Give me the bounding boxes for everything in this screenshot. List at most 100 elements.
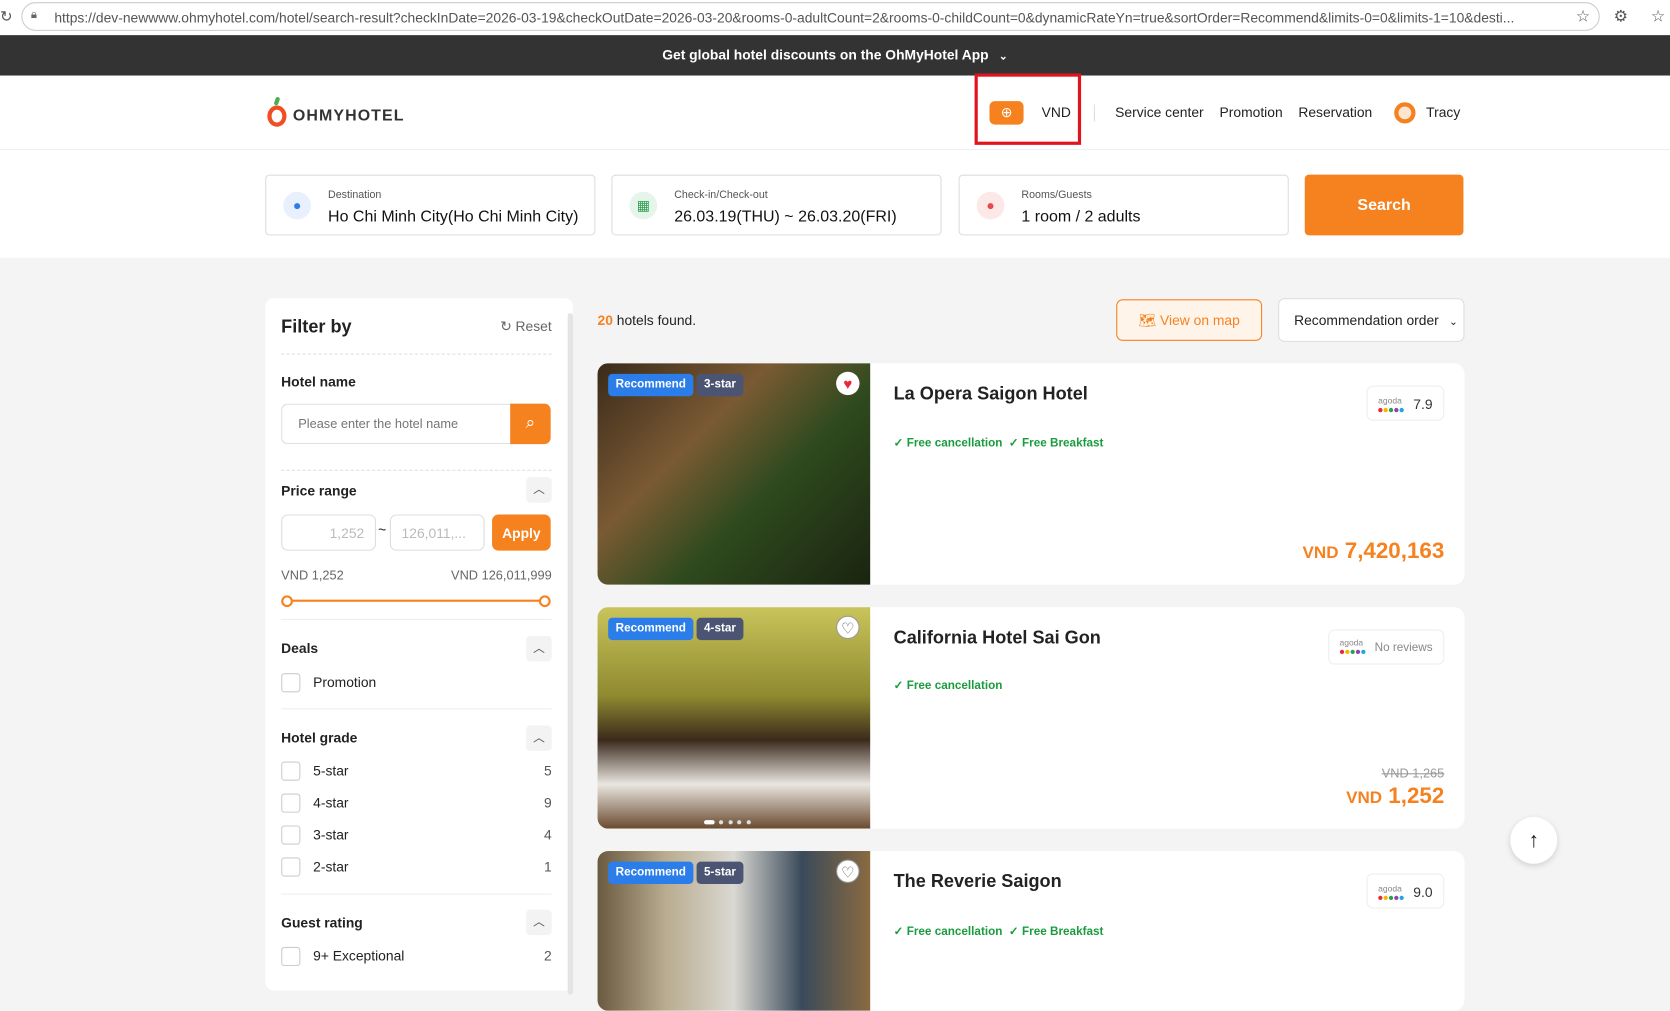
features: ✓ Free cancellation ✓ Free Breakfast <box>893 436 1104 450</box>
count-suffix: hotels found. <box>612 312 697 329</box>
search-icon[interactable]: ⌕ <box>510 403 551 445</box>
scroll-to-top-button[interactable]: ↑ <box>1510 816 1558 864</box>
grade-checkbox-5-star[interactable]: 5-star 5 <box>281 760 552 781</box>
checkbox[interactable] <box>281 761 301 781</box>
apply-button[interactable]: Apply <box>492 514 551 551</box>
divider <box>281 893 552 895</box>
globe-icon[interactable]: ⊕ <box>989 101 1024 125</box>
hotel-image[interactable] <box>597 607 871 829</box>
price-slider-min-handle[interactable] <box>281 595 293 608</box>
map-button-label: View on map <box>1160 312 1240 329</box>
range-separator: ~ <box>378 521 387 538</box>
favorites-icon[interactable]: ☆ <box>1651 6 1665 25</box>
price-max-input[interactable] <box>389 514 485 551</box>
sidebar-scrollbar[interactable] <box>567 313 574 995</box>
review-score: agoda 9.0 <box>1366 873 1445 909</box>
checkbox[interactable] <box>281 825 301 845</box>
bookmark-star-icon[interactable]: ☆ <box>1576 6 1590 25</box>
checkbox[interactable] <box>281 946 301 967</box>
hotel-card[interactable]: Recommend 5-star ♡ The Reverie Saigon ✓ … <box>597 851 1465 1011</box>
original-price: VND 1,265 <box>1381 765 1445 781</box>
count-number: 20 <box>597 312 613 329</box>
destination-field[interactable]: ● Destination Ho Chi Minh City(Ho Chi Mi… <box>265 174 596 236</box>
nav-promotion[interactable]: Promotion <box>1220 104 1283 120</box>
logo-text[interactable]: OHMYHOTEL <box>293 107 405 125</box>
divider <box>281 708 552 710</box>
count: 4 <box>544 826 552 843</box>
lock-icon: 🔒︎ <box>30 8 38 22</box>
currency-selector[interactable]: VND <box>1042 104 1071 120</box>
agoda-logo: agoda <box>1378 396 1405 414</box>
browser-toolbar: ↻ 🔒︎ https://dev-newwww.ohmyhotel.com/ho… <box>0 0 1670 36</box>
checkbox[interactable] <box>281 793 301 813</box>
review-score: agoda 7.9 <box>1366 385 1445 421</box>
chevron-up-icon[interactable]: ︿ <box>526 635 552 662</box>
avatar[interactable] <box>1394 102 1416 124</box>
currency: VND <box>1302 544 1339 563</box>
hotel-card[interactable]: Recommend 3-star ♥ La Opera Saigon Hotel… <box>597 363 1465 585</box>
grade-checkbox-4-star[interactable]: 4-star 9 <box>281 792 552 813</box>
hotel-image[interactable] <box>597 363 871 585</box>
count: 1 <box>544 858 552 875</box>
nav-reservation[interactable]: Reservation <box>1298 104 1372 120</box>
hotel-name[interactable]: The Reverie Saigon <box>894 871 1062 892</box>
destination-value: Ho Chi Minh City(Ho Chi Minh City) <box>328 207 579 226</box>
promotion-checkbox[interactable]: Promotion <box>281 672 552 693</box>
feature: Free cancellation <box>906 436 1003 450</box>
heart-outline-icon[interactable]: ♡ <box>836 615 860 640</box>
heart-outline-icon[interactable]: ♡ <box>836 859 860 883</box>
user-name[interactable]: Tracy <box>1426 104 1460 120</box>
checkbox[interactable] <box>281 673 301 693</box>
grade-checkbox-2-star[interactable]: 2-star 1 <box>281 856 552 877</box>
reload-icon[interactable]: ↻ <box>0 7 12 25</box>
divider <box>281 469 552 471</box>
image-pagination-dots[interactable] <box>704 811 768 825</box>
checkbox-label: 3-star <box>313 826 349 843</box>
divider <box>281 618 552 620</box>
divider <box>1093 104 1095 122</box>
rooms-value: 1 room / 2 adults <box>1021 207 1141 226</box>
features: ✓ Free cancellation ✓ Free Breakfast <box>893 925 1104 939</box>
banner-text: Get global hotel discounts on the OhMyHo… <box>662 46 989 63</box>
rating: No reviews <box>1374 641 1433 654</box>
chevron-up-icon[interactable]: ︿ <box>526 909 552 936</box>
app-promo-banner[interactable]: Get global hotel discounts on the OhMyHo… <box>0 35 1670 76</box>
guest-rating-label: Guest rating <box>281 914 363 931</box>
price-range-max: VND 126,011,999 <box>451 567 552 583</box>
hotel-name[interactable]: California Hotel Sai Gon <box>894 627 1101 648</box>
extensions-icon[interactable]: ⚙ <box>1614 6 1628 25</box>
recommend-badge: Recommend <box>608 617 694 641</box>
map-icon: 🗺︎ <box>1138 312 1157 329</box>
checkbox[interactable] <box>281 857 301 877</box>
dates-value: 26.03.19(THU) ~ 26.03.20(FRI) <box>674 207 897 226</box>
chevron-down-icon: ⌄ <box>998 51 1008 63</box>
reset-button[interactable]: ↻ Reset <box>500 318 552 335</box>
deals-label: Deals <box>281 640 319 657</box>
hotel-name[interactable]: La Opera Saigon Hotel <box>894 383 1088 404</box>
nav-service-center[interactable]: Service center <box>1115 104 1204 120</box>
grade-checkbox-3-star[interactable]: 3-star 4 <box>281 824 552 845</box>
chevron-up-icon[interactable]: ︿ <box>526 477 552 503</box>
heart-filled-icon[interactable]: ♥ <box>836 371 860 396</box>
view-on-map-button[interactable]: 🗺︎ View on map <box>1116 299 1263 341</box>
rating-checkbox-9-plus[interactable]: 9+ Exceptional 2 <box>281 946 552 967</box>
checkbox-label: 2-star <box>313 858 349 875</box>
recommend-badge: Recommend <box>608 861 694 885</box>
url-text[interactable]: https://dev-newwww.ohmyhotel.com/hotel/s… <box>54 10 1545 26</box>
chevron-down-icon: ⌄ <box>1449 316 1458 329</box>
price-min-input[interactable] <box>281 514 376 551</box>
sort-dropdown[interactable]: Recommendation order ⌄ <box>1278 298 1465 342</box>
price-slider-track <box>286 599 546 602</box>
rooms-guests-field[interactable]: ● Rooms/Guests 1 room / 2 adults <box>958 174 1289 236</box>
feature: Free cancellation <box>906 925 1003 939</box>
search-bar: ● Destination Ho Chi Minh City(Ho Chi Mi… <box>0 150 1670 258</box>
search-button[interactable]: Search <box>1304 174 1464 236</box>
address-bar[interactable]: 🔒︎ https://dev-newwww.ohmyhotel.com/hote… <box>21 2 1600 31</box>
price-slider-max-handle[interactable] <box>538 595 551 608</box>
price-value: 1,252 <box>1388 783 1445 809</box>
chevron-up-icon[interactable]: ︿ <box>526 725 552 751</box>
hotel-card[interactable]: Recommend 4-star ♡ California Hotel Sai … <box>597 607 1465 829</box>
hotel-name-input[interactable] <box>281 403 512 445</box>
recommend-badge: Recommend <box>608 373 694 397</box>
dates-field[interactable]: ▦ Check-in/Check-out 26.03.19(THU) ~ 26.… <box>611 174 942 236</box>
